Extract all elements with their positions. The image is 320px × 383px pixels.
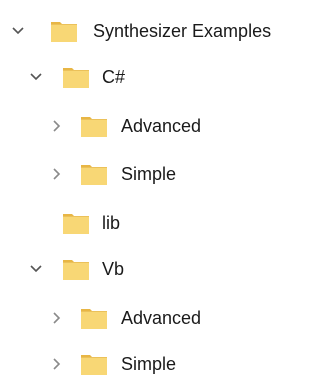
tree-item-vb-advanced[interactable]: Advanced	[0, 299, 313, 337]
chevron-down-icon[interactable]	[28, 261, 44, 277]
tree-item-vb[interactable]: Vb	[0, 250, 313, 288]
chevron-right-icon[interactable]	[48, 166, 64, 182]
folder-icon	[80, 162, 108, 186]
chevron-right-icon[interactable]	[48, 310, 64, 326]
tree-item-label: Simple	[121, 164, 177, 184]
chevron-right-icon[interactable]	[48, 118, 64, 134]
tree-item-csharp-simple[interactable]: Simple	[0, 155, 313, 193]
folder-icon	[80, 306, 108, 330]
tree-item-csharp[interactable]: C#	[0, 58, 313, 96]
tree-item-label: Synthesizer Examples	[93, 21, 272, 41]
tree-item-label: Advanced	[121, 308, 202, 328]
chevron-down-icon[interactable]	[28, 69, 44, 85]
folder-icon	[50, 19, 78, 43]
folder-icon	[62, 65, 90, 89]
tree-item-label: C#	[102, 67, 126, 87]
folder-icon	[80, 352, 108, 376]
tree-item-label: Simple	[121, 354, 177, 374]
folder-icon	[62, 211, 90, 235]
folder-icon	[62, 257, 90, 281]
folder-tree: Synthesizer Examples C# Advanced Simple	[0, 0, 313, 381]
tree-item-lib[interactable]: lib	[0, 204, 313, 242]
chevron-right-icon[interactable]	[48, 356, 64, 372]
chevron-down-icon[interactable]	[10, 23, 26, 39]
folder-icon	[80, 114, 108, 138]
tree-item-label: Vb	[102, 259, 125, 279]
tree-item-synthesizer-examples[interactable]: Synthesizer Examples	[0, 12, 313, 50]
tree-item-vb-simple[interactable]: Simple	[0, 345, 313, 383]
tree-item-csharp-advanced[interactable]: Advanced	[0, 107, 313, 145]
tree-item-label: Advanced	[121, 116, 202, 136]
tree-item-label: lib	[102, 213, 121, 233]
